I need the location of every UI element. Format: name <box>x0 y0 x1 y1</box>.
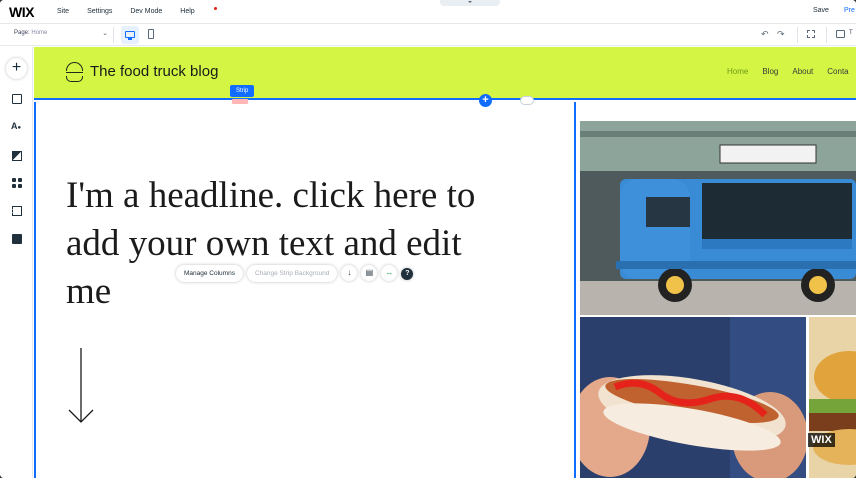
hot-dog-image[interactable] <box>580 317 806 478</box>
top-menu: Site Settings Dev Mode Help <box>57 7 231 15</box>
tools-panel-icon[interactable] <box>836 30 845 38</box>
background-icon[interactable] <box>12 151 22 161</box>
tools-label[interactable]: T <box>849 30 853 36</box>
chevron-down-icon: ⌄ <box>102 30 108 37</box>
nav-contact[interactable]: Conta <box>827 67 848 76</box>
menu-dev-mode[interactable]: Dev Mode <box>130 8 162 15</box>
desktop-icon-stand <box>128 38 132 40</box>
nav-blog[interactable]: Blog <box>762 67 778 76</box>
collapse-toolbar-handle[interactable] <box>440 0 500 6</box>
arrow-down-icon[interactable] <box>66 346 96 426</box>
media-icon[interactable] <box>12 234 22 244</box>
change-strip-background-button[interactable]: Change Strip Background <box>246 264 338 282</box>
menu-settings[interactable]: Settings <box>87 8 112 15</box>
desktop-view-button[interactable] <box>121 26 139 44</box>
divider <box>113 27 114 43</box>
page-selector-value: Home <box>31 30 48 36</box>
theme-icon[interactable]: A● <box>11 121 25 131</box>
wix-editor: WIX Site Settings Dev Mode Help Save Pre… <box>0 0 856 478</box>
headline-text[interactable]: I'm a headline. click here to add your o… <box>66 172 486 316</box>
layout-icon[interactable]: ▤ <box>361 265 378 281</box>
add-elements-button[interactable]: + <box>6 58 27 79</box>
help-icon[interactable]: ? <box>401 268 414 280</box>
top-bar: WIX Site Settings Dev Mode Help Save Pre <box>0 0 856 24</box>
mobile-view-icon[interactable] <box>148 29 154 39</box>
strip-indicator <box>232 99 248 104</box>
burger-image[interactable] <box>809 317 856 478</box>
food-truck-image[interactable] <box>580 121 856 315</box>
page-selector-prefix: Page: <box>14 30 30 36</box>
divider <box>826 27 827 43</box>
strip-label[interactable]: Strip <box>230 85 255 97</box>
wix-logo[interactable]: WIX <box>9 4 47 20</box>
site-nav: Home Blog About Conta <box>727 67 856 76</box>
nav-home[interactable]: Home <box>727 67 748 76</box>
nav-about[interactable]: About <box>792 67 813 76</box>
wix-watermark-logo: WIX <box>808 433 835 447</box>
animation-icon[interactable]: ↓ <box>341 265 358 281</box>
undo-icon[interactable]: ↶ <box>761 29 769 40</box>
divider <box>797 27 798 43</box>
page-selector[interactable]: Page: Home ⌄ <box>14 30 108 37</box>
notification-dot <box>213 7 217 10</box>
pages-icon[interactable] <box>12 94 22 104</box>
business-icon[interactable] <box>12 206 22 216</box>
site-title[interactable]: The food truck blog <box>90 63 218 80</box>
zoom-out-icon[interactable] <box>807 30 815 38</box>
menu-site[interactable]: Site <box>57 8 69 15</box>
save-button[interactable]: Save <box>813 7 829 14</box>
add-section-button[interactable]: + <box>479 94 492 107</box>
manage-columns-button[interactable]: Manage Columns <box>176 264 243 282</box>
menu-help[interactable]: Help <box>180 7 217 15</box>
secondary-toolbar: Page: Home ⌄ ↶ ↷ T <box>0 24 856 46</box>
strip-column-left[interactable]: I'm a headline. click here to add your o… <box>34 102 576 478</box>
menu-help-label: Help <box>180 8 195 15</box>
strip-floating-toolbar: Manage Columns Change Strip Background ↓… <box>176 264 414 282</box>
burger-logo-icon[interactable] <box>66 62 83 84</box>
chevron-down-icon <box>468 1 472 3</box>
apps-icon[interactable] <box>12 178 22 188</box>
stretch-icon[interactable]: ↔ <box>381 265 398 281</box>
redo-icon[interactable]: ↷ <box>777 29 785 40</box>
editor-canvas[interactable]: The food truck blog Home Blog About Cont… <box>34 47 856 478</box>
preview-button[interactable]: Pre <box>844 7 855 14</box>
section-handle[interactable] <box>520 96 534 105</box>
site-header[interactable]: The food truck blog Home Blog About Cont… <box>34 47 856 100</box>
left-sidebar: + A● <box>0 47 33 478</box>
desktop-icon <box>125 31 135 38</box>
